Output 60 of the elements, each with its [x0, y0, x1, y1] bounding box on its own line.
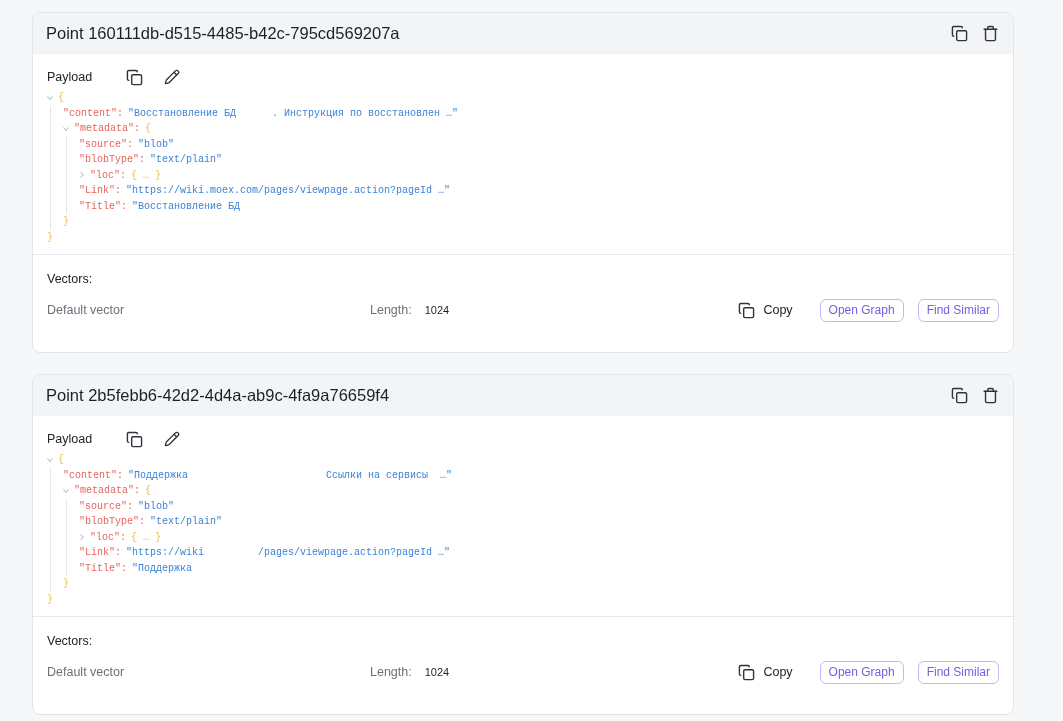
json-brace: {: [58, 92, 64, 104]
json-brace: {: [145, 485, 152, 497]
json-key: "loc":: [90, 169, 126, 181]
json-value: "blob": [138, 500, 175, 512]
json-value: "Восстановление БД . Инструкция по восстановлен …": [128, 107, 459, 119]
json-key: "source":: [79, 138, 133, 150]
json-brace: }: [47, 231, 53, 243]
trash-icon[interactable]: [982, 387, 999, 404]
json-value: "Восстановление БД: [132, 200, 241, 212]
pencil-icon[interactable]: [164, 69, 181, 85]
payload-label: Payload: [47, 432, 93, 446]
json-brace: }: [63, 578, 69, 590]
json-value: "text/plain": [150, 516, 223, 528]
json-key: "loc":: [90, 531, 126, 543]
json-value: "https://wiki.moex.com/pages/viewpage.action?pageId …": [126, 185, 451, 197]
length-label: Length:: [370, 303, 412, 317]
point-title: Point 2b5febb6-42d2-4d4a-ab9c-4fa9a76659f4: [46, 386, 390, 405]
length-value: 1024: [424, 304, 450, 316]
point-title: Point 160111db-d515-4485-b42c-795cd569207a: [46, 24, 400, 43]
json-brace: }: [63, 216, 69, 228]
json-key: "blobType":: [79, 516, 145, 528]
copy-icon[interactable]: [126, 68, 144, 86]
open-graph-button[interactable]: Open Graph: [819, 660, 904, 684]
json-key: "content":: [63, 469, 123, 481]
json-value: "text/plain": [150, 154, 223, 166]
json-value: "https://wiki /pages/viewpage.action?pageId …": [126, 547, 451, 559]
length-value: 1024: [424, 666, 450, 678]
json-brace: {: [145, 123, 152, 135]
copy-button[interactable]: Copy: [738, 301, 793, 319]
vector-name: Default vector: [47, 303, 125, 317]
payload-label: Payload: [47, 70, 93, 84]
json-brace: }: [47, 593, 53, 605]
copy-icon: [738, 663, 756, 681]
json-key: "Title":: [79, 562, 127, 574]
json-key: "content":: [63, 107, 123, 119]
json-key: "Link":: [79, 185, 121, 197]
json-key: "metadata":: [74, 485, 140, 497]
json-value: "Поддержка: [132, 562, 193, 574]
find-similar-button[interactable]: Find Similar: [917, 298, 999, 322]
copy-icon[interactable]: [951, 25, 968, 42]
json-key: "Link":: [79, 547, 121, 559]
find-similar-button[interactable]: Find Similar: [917, 660, 999, 684]
json-brace: {: [58, 454, 64, 466]
json-key: "blobType":: [79, 154, 145, 166]
json-value: "Поддержка Ссылки на сервисы …": [128, 469, 453, 481]
vectors-label: Vectors:: [47, 271, 93, 287]
json-key: "Title":: [79, 200, 127, 212]
trash-icon[interactable]: [982, 25, 999, 42]
json-key: "source":: [79, 500, 133, 512]
length-label: Length:: [370, 665, 412, 679]
copy-button[interactable]: Copy: [738, 663, 793, 681]
copy-icon[interactable]: [951, 387, 968, 404]
json-value: "blob": [138, 138, 175, 150]
copy-icon[interactable]: [126, 430, 144, 448]
json-key: "metadata":: [74, 123, 140, 135]
pencil-icon[interactable]: [164, 431, 181, 447]
open-graph-button[interactable]: Open Graph: [819, 298, 904, 322]
copy-icon: [738, 301, 756, 319]
vector-name: Default vector: [47, 665, 125, 679]
vectors-label: Vectors:: [47, 633, 93, 649]
